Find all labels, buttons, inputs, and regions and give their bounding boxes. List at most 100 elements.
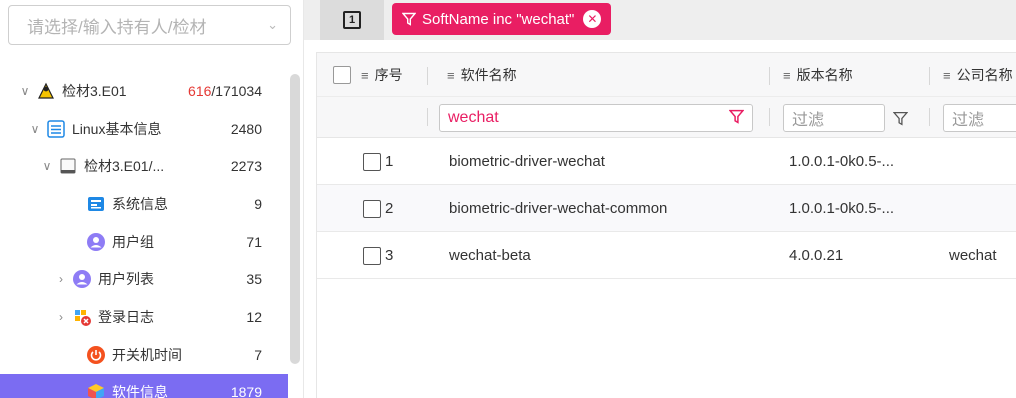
tree-node-count: 1879 (230, 384, 262, 398)
column-menu-icon[interactable]: ≡ (447, 68, 455, 83)
chevron-down-icon[interactable]: ∨ (40, 159, 54, 173)
square-icon: 1 (343, 11, 361, 29)
tree-node-count: 616/171034 (188, 83, 262, 99)
tree-node-count: 7 (254, 346, 262, 363)
column-divider (427, 108, 428, 126)
active-filter-tag[interactable]: SoftName inc "wechat" ✕ (392, 3, 612, 35)
tree-node-count: 71 (246, 233, 262, 250)
row-company: wechat (949, 247, 997, 264)
version-filter-input[interactable]: 过滤 (783, 104, 885, 132)
tree-node-power-times[interactable]: 开关机时间 7 (0, 336, 288, 374)
name-filter-input[interactable]: wechat (439, 104, 753, 132)
tree-node-user-group[interactable]: 用户组 71 (0, 223, 288, 261)
tree-node-count: 2480 (230, 120, 262, 137)
funnel-icon[interactable] (892, 111, 909, 129)
tree-node-label: 用户列表 (98, 271, 154, 288)
column-divider[interactable] (427, 67, 428, 85)
header-index[interactable]: ≡ 序号 (361, 53, 403, 97)
left-panel: 请选择/输入持有人/检材 ⌄ ∨ 检材3.E01 616/171034 ∨ Li… (0, 0, 304, 398)
funnel-icon (402, 12, 416, 26)
company-filter-input[interactable]: 过滤 (943, 104, 1016, 132)
row-checkbox[interactable] (363, 199, 381, 218)
chevron-down-icon[interactable]: ∨ (28, 122, 42, 136)
filter-tag-label: SoftName inc "wechat" (422, 10, 575, 28)
tree-node-label: 检材3.E01/... (84, 158, 165, 175)
header-company-label: 公司名称 (956, 67, 1013, 83)
user-icon (86, 232, 106, 252)
table-header-row: ≡ 序号 ≡ 软件名称 ≡ 版本名称 ≡ 公司名称 (317, 53, 1016, 97)
table-row[interactable]: 3 wechat-beta 4.0.0.21 wechat (317, 232, 1016, 279)
header-name-label: 软件名称 (460, 67, 517, 83)
column-menu-icon[interactable]: ≡ (361, 68, 369, 83)
row-version: 1.0.0.1-0k0.5-... (789, 200, 895, 217)
header-index-label: 序号 (374, 67, 403, 83)
evidence-tree: ∨ 检材3.E01 616/171034 ∨ Linux基本信息 2480 ∨ … (0, 72, 288, 398)
owner-select[interactable]: 请选择/输入持有人/检材 ⌄ (8, 5, 291, 45)
login-log-icon (72, 307, 92, 327)
tree-node-software-info[interactable]: 软件信息 1879 (0, 373, 288, 398)
chevron-right-icon[interactable]: › (54, 310, 68, 324)
column-menu-icon[interactable]: ≡ (783, 68, 791, 83)
owner-select-placeholder: 请选择/输入持有人/检材 (27, 17, 207, 37)
header-company[interactable]: ≡ 公司名称 (943, 53, 1013, 97)
software-table: ≡ 序号 ≡ 软件名称 ≡ 版本名称 ≡ 公司名称 wechat 过滤 过滤 1… (316, 52, 1016, 398)
row-version: 4.0.0.21 (789, 247, 844, 264)
user-triangle-icon (36, 81, 56, 101)
chevron-right-icon[interactable]: › (54, 272, 68, 286)
right-panel: 1 SoftName inc "wechat" ✕ ≡ 序号 ≡ 软件名称 ≡ … (304, 0, 1016, 398)
chevron-down-icon[interactable]: ∨ (18, 84, 32, 98)
tree-node-label: 检材3.E01 (62, 82, 127, 99)
tree-node-count: 12 (246, 308, 262, 325)
column-divider (929, 108, 930, 126)
column-divider[interactable] (769, 67, 770, 85)
tree-scrollbar[interactable] (290, 74, 300, 364)
name-filter-value: wechat (448, 109, 499, 126)
tree-node-login-log[interactable]: › 登录日志 12 (0, 298, 288, 336)
tree-node-evidence-path[interactable]: ∨ 检材3.E01/... 2273 (0, 147, 288, 185)
row-index-cell[interactable]: 2 (363, 185, 393, 232)
close-icon[interactable]: ✕ (583, 10, 602, 28)
company-filter-placeholder: 过滤 (952, 112, 985, 129)
header-name[interactable]: ≡ 软件名称 (447, 53, 517, 97)
table-row[interactable]: 1 biometric-driver-wechat 1.0.0.1-0k0.5-… (317, 138, 1016, 185)
header-version-label: 版本名称 (796, 67, 853, 83)
row-checkbox[interactable] (363, 246, 381, 265)
tree-node-label: 登录日志 (98, 308, 154, 325)
column-layout-button[interactable]: 1 (320, 0, 384, 40)
tree-node-linux-info[interactable]: ∨ Linux基本信息 2480 (0, 110, 288, 148)
chevron-down-icon[interactable]: ⌄ (267, 17, 278, 33)
row-index-cell[interactable]: 1 (363, 138, 393, 185)
select-all-checkbox[interactable] (333, 66, 351, 84)
tree-node-label: 用户组 (112, 233, 154, 250)
tree-node-count: 35 (246, 271, 262, 288)
tree-node-label: Linux基本信息 (72, 120, 162, 137)
column-menu-icon[interactable]: ≡ (943, 68, 951, 83)
tree-node-user-list[interactable]: › 用户列表 35 (0, 260, 288, 298)
row-index-cell[interactable]: 3 (363, 232, 393, 279)
count-highlight: 616 (188, 82, 212, 99)
list-icon (46, 119, 66, 139)
tree-node-label: 开关机时间 (112, 346, 182, 363)
table-filter-row: wechat 过滤 过滤 (317, 97, 1016, 138)
tree-node-system-info[interactable]: 系统信息 9 (0, 185, 288, 223)
row-index: 3 (385, 247, 394, 264)
tree-node-label: 系统信息 (112, 195, 168, 212)
version-filter-placeholder: 过滤 (792, 112, 825, 129)
tree-node-label: 软件信息 (112, 384, 168, 398)
row-version: 1.0.0.1-0k0.5-... (789, 153, 895, 170)
user-icon (72, 269, 92, 289)
tree-node-count: 2273 (230, 158, 262, 175)
table-row[interactable]: 2 biometric-driver-wechat-common 1.0.0.1… (317, 185, 1016, 232)
sysinfo-icon (86, 194, 106, 214)
tree-node-evidence[interactable]: ∨ 检材3.E01 616/171034 (0, 72, 288, 110)
funnel-icon[interactable] (728, 109, 745, 128)
filter-toolbar: 1 SoftName inc "wechat" ✕ (304, 0, 1016, 40)
column-divider (769, 108, 770, 126)
power-icon (86, 345, 106, 365)
header-version[interactable]: ≡ 版本名称 (783, 53, 853, 97)
count-total: /171034 (211, 82, 262, 99)
column-divider[interactable] (929, 67, 930, 85)
row-checkbox[interactable] (363, 152, 381, 171)
drive-icon (58, 156, 78, 176)
select-all-cell[interactable] (333, 53, 351, 97)
